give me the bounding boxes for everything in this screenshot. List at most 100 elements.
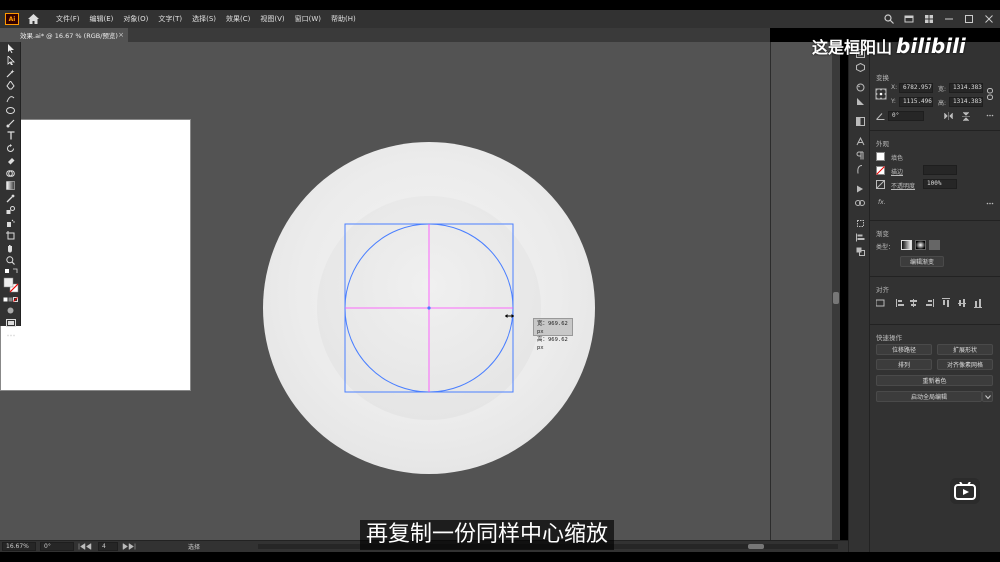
menu-file[interactable]: 文件(F) (51, 10, 85, 28)
color-mode-buttons[interactable] (0, 295, 21, 304)
global-edit-button[interactable]: 启动全局编辑 (876, 391, 982, 402)
y-input[interactable]: 1115.496 (899, 97, 933, 107)
eraser-tool-icon[interactable] (0, 155, 21, 168)
menu-window[interactable]: 窗口(W) (290, 10, 326, 28)
swap-colors-icon[interactable] (0, 267, 21, 275)
libraries-panel-icon[interactable] (849, 60, 871, 74)
menu-items: 文件(F) 编辑(E) 对象(O) 文字(T) 选择(S) 效果(C) 视图(V… (51, 10, 361, 28)
curvature-tool-icon[interactable] (0, 92, 21, 105)
align-buttons[interactable] (876, 298, 994, 308)
swatches-panel-icon[interactable] (849, 94, 871, 108)
layers-panel-icon[interactable] (849, 114, 871, 128)
angle-input[interactable]: 0° (888, 111, 924, 121)
vertical-scrollbar[interactable] (832, 42, 840, 540)
rotation-field[interactable]: 0° (40, 542, 74, 551)
flip-horizontal-icon[interactable] (944, 112, 953, 120)
arrange-documents-icon[interactable] (904, 14, 914, 24)
arrange-button[interactable]: 排列 (876, 359, 932, 370)
fill-stroke-swatch[interactable] (0, 275, 21, 295)
height-input[interactable]: 1314.383 (949, 97, 983, 107)
artboard-next-icon[interactable] (122, 543, 142, 550)
zoom-tool-icon[interactable] (0, 255, 21, 268)
shape-builder-tool-icon[interactable] (0, 167, 21, 180)
gradient-section-title: 渐变 (876, 230, 889, 238)
width-input[interactable]: 1314.383 (949, 83, 983, 93)
ellipse-tool-icon[interactable] (0, 105, 21, 118)
fill-swatch[interactable] (876, 152, 885, 161)
pen-tool-icon[interactable] (0, 80, 21, 93)
reference-point-icon[interactable] (875, 88, 887, 100)
hand-tool-icon[interactable] (0, 242, 21, 255)
opacity-label[interactable]: 不透明度 (891, 181, 915, 190)
stroke-weight-input[interactable] (923, 165, 957, 175)
canvas-right-area (770, 42, 840, 540)
eyedropper-tool-icon[interactable] (0, 192, 21, 205)
horizontal-scrollbar-thumb[interactable] (748, 544, 764, 549)
global-edit-dropdown[interactable] (982, 391, 993, 402)
zoom-field[interactable]: 16.67% (2, 542, 36, 551)
color-panel-icon[interactable] (849, 80, 871, 94)
paragraph-panel-icon[interactable] (849, 148, 871, 162)
maximize-icon[interactable] (964, 14, 974, 24)
stroke-label[interactable]: 描边 (891, 167, 903, 176)
screen-mode-icon[interactable] (0, 317, 21, 330)
align-panel-icon[interactable] (849, 230, 871, 244)
gradient-type-buttons[interactable] (901, 240, 941, 250)
document-tab[interactable]: 效果.ai* @ 16.67 % (RGB/预览) × (0, 28, 128, 42)
draw-mode-icon[interactable] (0, 304, 21, 317)
x-input[interactable]: 6782.957 (899, 83, 933, 93)
pathfinder-panel-icon[interactable] (849, 244, 871, 258)
transform-panel-icon[interactable] (849, 216, 871, 230)
appearance-more-icon[interactable] (986, 202, 994, 205)
offset-path-button[interactable]: 位移路径 (876, 344, 932, 355)
links-panel-icon[interactable] (849, 196, 871, 210)
menu-effect[interactable]: 效果(C) (221, 10, 255, 28)
constrain-proportions-icon[interactable] (986, 88, 994, 100)
bilibili-tv-icon (950, 478, 980, 504)
fx-icon[interactable]: fx. (878, 199, 886, 206)
more-tools-icon[interactable] (0, 329, 21, 342)
window-controls (884, 10, 994, 28)
magic-wand-tool-icon[interactable] (0, 67, 21, 80)
gradient-tool-icon[interactable] (0, 180, 21, 193)
character-panel-icon[interactable] (849, 134, 871, 148)
vertical-scrollbar-thumb[interactable] (833, 292, 839, 304)
opentype-panel-icon[interactable] (849, 162, 871, 176)
search-icon[interactable] (884, 14, 894, 24)
workspace-icon[interactable] (924, 14, 934, 24)
tab-close-icon[interactable]: × (118, 31, 124, 39)
menu-help[interactable]: 帮助(H) (326, 10, 361, 28)
type-tool-icon[interactable] (0, 130, 21, 143)
menu-type[interactable]: 文字(T) (153, 10, 187, 28)
symbol-sprayer-tool-icon[interactable] (0, 217, 21, 230)
opacity-input[interactable]: 100% (923, 179, 957, 189)
home-icon[interactable] (27, 13, 39, 25)
align-pixel-grid-button[interactable]: 对齐像素网格 (937, 359, 993, 370)
divider (870, 276, 1000, 277)
close-icon[interactable] (984, 14, 994, 24)
app-logo: Ai (5, 13, 19, 25)
transform-more-icon[interactable] (986, 114, 994, 117)
edit-gradient-button[interactable]: 编辑渐变 (900, 256, 944, 267)
paintbrush-tool-icon[interactable] (0, 117, 21, 130)
flip-vertical-icon[interactable] (962, 112, 970, 121)
pasteboard-edge (770, 42, 840, 540)
direct-selection-tool-icon[interactable] (0, 55, 21, 68)
status-mode-text: 选择 (188, 544, 201, 551)
menu-object[interactable]: 对象(O) (118, 10, 153, 28)
rotate-tool-icon[interactable] (0, 142, 21, 155)
artboard-tool-icon[interactable] (0, 230, 21, 243)
minimize-icon[interactable] (944, 14, 954, 24)
artboard-field[interactable]: 4 (98, 542, 118, 551)
menu-select[interactable]: 选择(S) (187, 10, 221, 28)
selection-tool-icon[interactable] (0, 42, 21, 55)
artboard-prev-icon[interactable] (78, 543, 98, 550)
canvas[interactable]: 宽：969.62 px 高：969.62 px (0, 42, 770, 540)
recolor-button[interactable]: 重新着色 (876, 375, 993, 386)
stroke-swatch[interactable] (876, 166, 885, 175)
blend-tool-icon[interactable] (0, 205, 21, 218)
menu-view[interactable]: 视图(V) (255, 10, 289, 28)
menu-edit[interactable]: 编辑(E) (85, 10, 119, 28)
actions-panel-icon[interactable] (849, 182, 871, 196)
expand-shape-button[interactable]: 扩展形状 (937, 344, 993, 355)
